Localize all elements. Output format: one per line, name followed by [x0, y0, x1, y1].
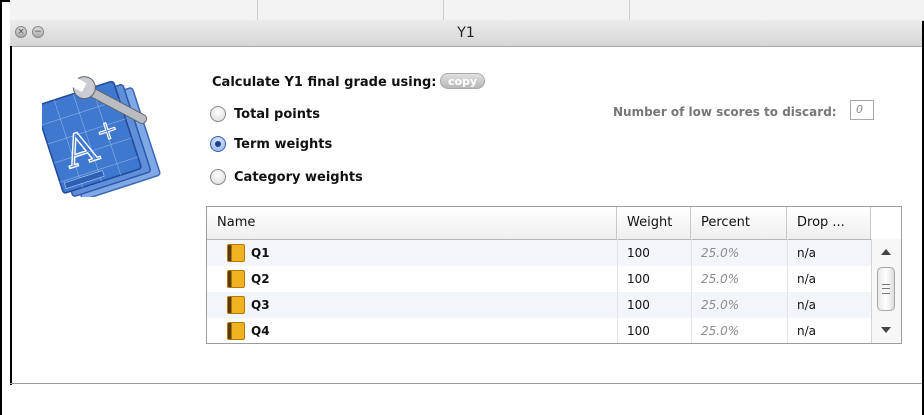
row-name: Q2 [251, 272, 270, 286]
row-name-cell: Q1 [207, 240, 617, 266]
main-content: A + Calculate Y1 final grade using: copy… [12, 47, 922, 385]
row-name-cell: Q2 [207, 266, 617, 292]
table-header: Name Weight Percent Drop ... [207, 207, 871, 240]
row-weight[interactable]: 100 [617, 266, 691, 292]
row-percent: 25.0% [701, 272, 740, 286]
folder-icon [227, 244, 245, 262]
weights-table: Name Weight Percent Drop ... Q1 100 25.0… [206, 206, 902, 344]
radio-button[interactable] [210, 106, 226, 122]
top-strip [10, 0, 924, 21]
table-row[interactable]: Q4 100 25.0% n/a [207, 318, 871, 343]
strip-divider [443, 0, 444, 20]
radio-category-weights[interactable]: Category weights [210, 166, 363, 188]
scroll-down-icon[interactable] [881, 327, 891, 333]
table-row[interactable]: Q1 100 25.0% n/a [207, 240, 871, 266]
discard-count-label: Number of low scores to discard: [613, 105, 837, 119]
folder-icon [227, 322, 245, 340]
strip-divider [629, 0, 630, 20]
row-percent: 25.0% [701, 324, 740, 338]
column-divider [787, 239, 788, 343]
row-drop: n/a [797, 324, 817, 338]
scroll-up-icon[interactable] [881, 249, 891, 255]
row-name-cell: Q3 [207, 292, 617, 318]
row-name: Q1 [251, 246, 270, 260]
column-header-name[interactable]: Name [207, 207, 617, 239]
radio-total-points[interactable]: Total points [210, 103, 320, 125]
table-row[interactable]: Q3 100 25.0% n/a [207, 292, 871, 318]
column-header-drop[interactable]: Drop ... [787, 207, 871, 239]
radio-button-selected[interactable] [210, 136, 226, 152]
scroll-thumb[interactable] [877, 267, 895, 311]
radio-label: Category weights [234, 169, 363, 185]
radio-label: Total points [234, 106, 320, 122]
strip-divider [257, 0, 258, 20]
grade-tools-logo-icon: A + [42, 76, 161, 197]
table-row[interactable]: Q2 100 25.0% n/a [207, 266, 871, 292]
calc-method-label: Calculate Y1 final grade using: [212, 75, 437, 90]
column-divider [691, 239, 692, 343]
row-weight[interactable]: 100 [617, 240, 691, 266]
folder-icon [227, 296, 245, 314]
discard-count-field[interactable]: 0 [850, 100, 874, 120]
row-name-cell: Q4 [207, 318, 617, 343]
row-weight[interactable]: 100 [617, 292, 691, 318]
radio-label: Term weights [234, 136, 333, 152]
row-drop: n/a [797, 272, 817, 286]
bottom-divider [10, 383, 922, 384]
row-name: Q3 [251, 298, 270, 312]
table-scrollbar[interactable] [871, 239, 901, 343]
radio-term-weights[interactable]: Term weights [210, 133, 332, 155]
folder-icon [227, 270, 245, 288]
radio-button[interactable] [210, 169, 226, 185]
row-percent: 25.0% [701, 298, 740, 312]
row-drop: n/a [797, 246, 817, 260]
window-title: Y1 [457, 25, 475, 41]
row-percent: 25.0% [701, 246, 740, 260]
column-divider [617, 239, 618, 343]
window-titlebar: × − Y1 [10, 20, 922, 47]
row-name: Q4 [251, 324, 270, 338]
column-header-weight[interactable]: Weight [617, 207, 691, 239]
row-drop: n/a [797, 298, 817, 312]
copy-button[interactable]: copy [440, 73, 485, 89]
column-header-percent[interactable]: Percent [691, 207, 787, 239]
row-weight[interactable]: 100 [617, 318, 691, 343]
